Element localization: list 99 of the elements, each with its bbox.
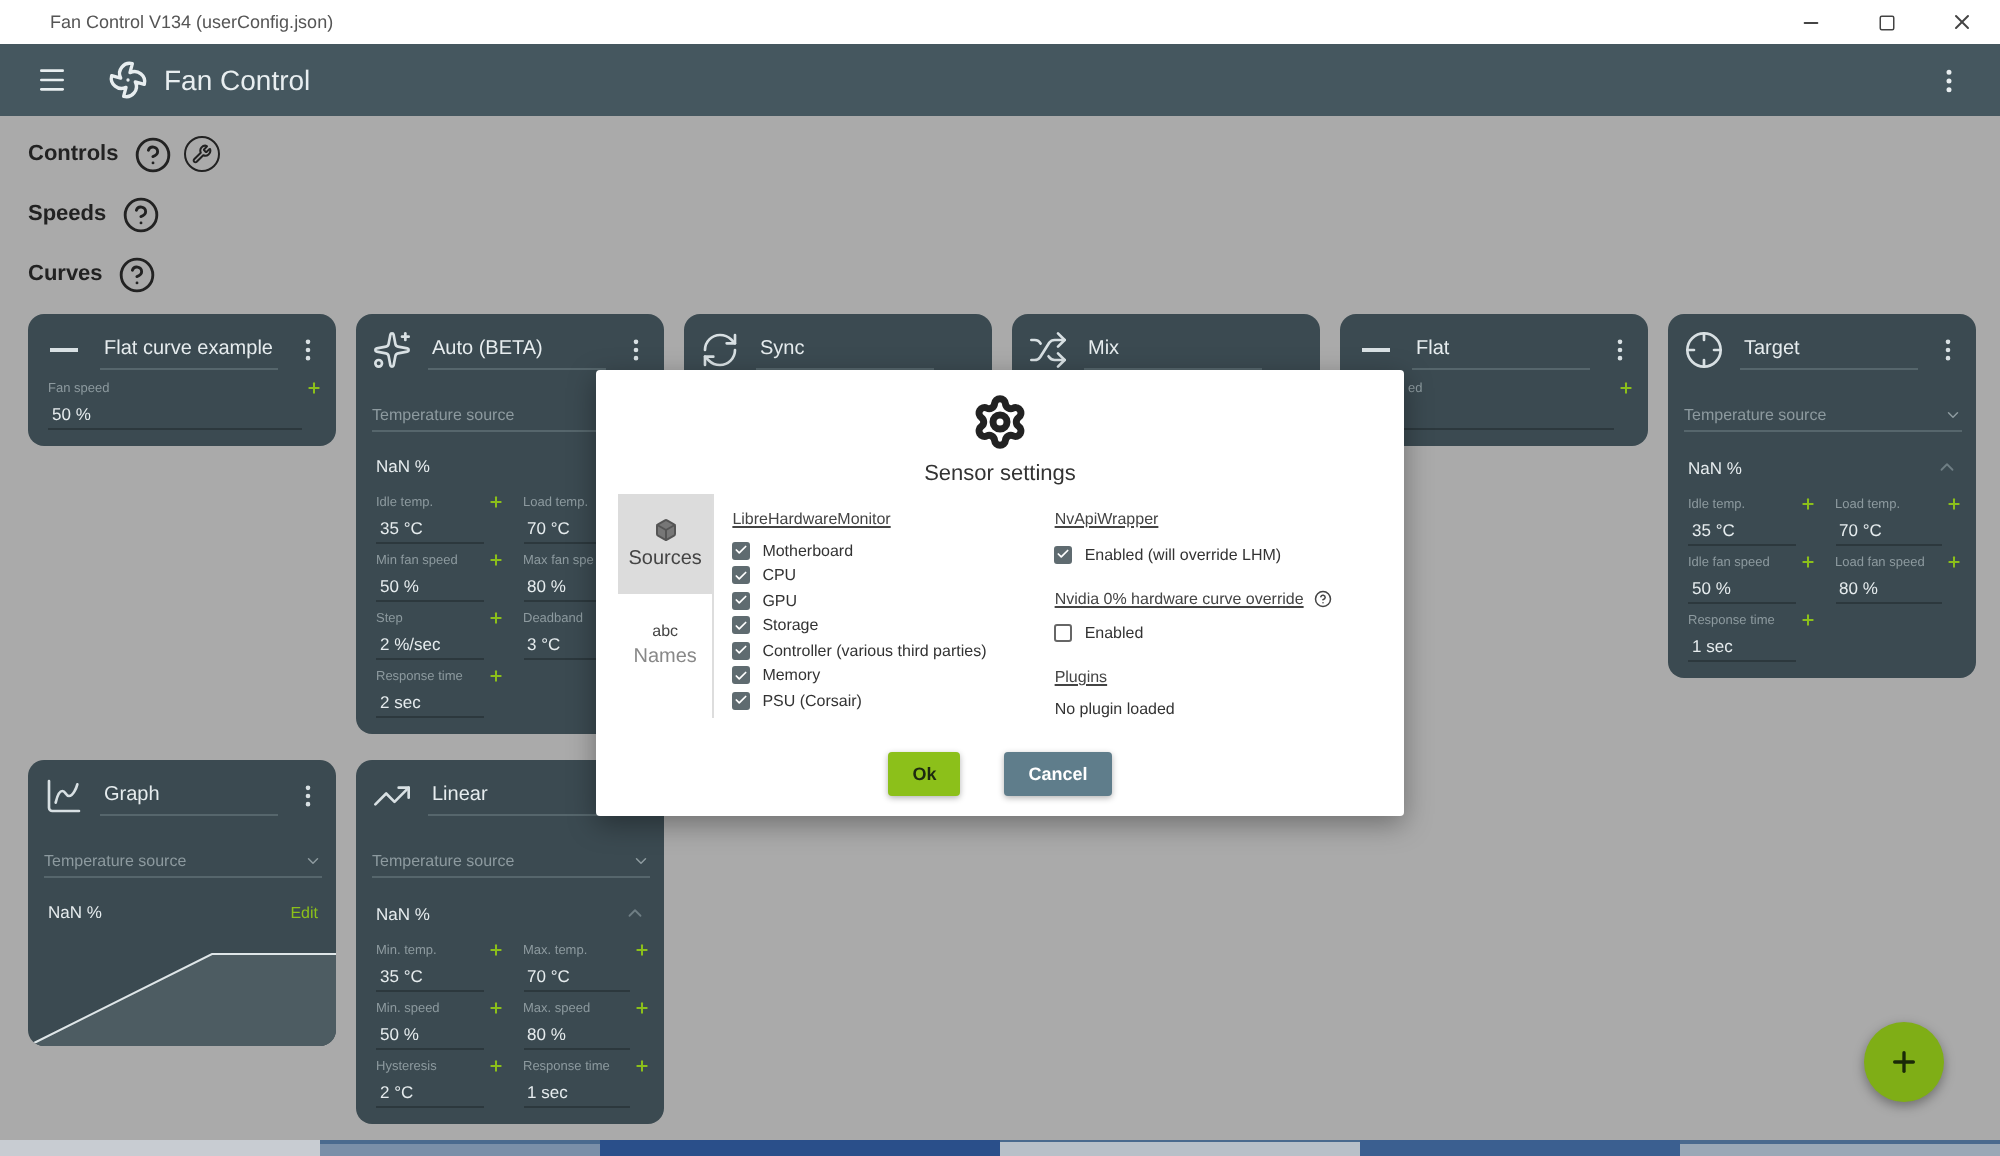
minus-icon [50,348,78,352]
section-heading: NvApiWrapper [1054,510,1159,528]
value-field[interactable]: 50 % [48,398,302,430]
dialog-title: Sensor settings [924,462,1076,486]
fan-icon [108,60,148,100]
maximize-icon[interactable] [1877,13,1895,31]
checkbox[interactable] [1054,624,1073,643]
plus-icon[interactable] [487,1058,503,1074]
checkbox-label: Enabled [1084,624,1144,643]
checkbox[interactable] [1054,545,1073,564]
checkbox-label: Memory [762,666,821,685]
help-icon[interactable] [122,195,161,233]
window-title: Fan Control V134 (userConfig.json) [50,12,336,32]
checkbox-label: GPU [762,591,798,610]
card-title-field[interactable]: Target [1740,331,1918,369]
value-field[interactable]: 80 % [523,1018,630,1050]
section-title: Curves [28,262,103,286]
checkbox[interactable] [732,666,751,685]
plus-icon[interactable] [1946,496,1962,512]
add-button[interactable] [1864,1022,1944,1102]
checkbox[interactable] [732,616,751,635]
edit-link[interactable]: Edit [290,903,318,921]
value-field[interactable]: 50 % [1688,572,1795,604]
value-field[interactable]: 70 °C [523,960,630,992]
section-title: Controls [28,142,119,166]
settings-icon [972,394,1028,450]
card-title-field[interactable]: Auto (BETA) [428,331,606,369]
close-icon[interactable] [1950,10,1974,34]
plus-icon[interactable] [306,380,322,396]
app-title: Fan Control [164,64,313,96]
speed-reading: NaN % [376,903,430,923]
help-icon[interactable] [118,255,157,293]
plus-icon[interactable] [1618,380,1634,396]
speed-reading: NaN % [376,456,430,476]
checkbox[interactable] [732,566,751,585]
checkbox[interactable] [732,641,751,660]
sparkles-icon [372,330,412,370]
status-text: No plugin loaded [1054,700,1177,718]
section-title: Speeds [28,202,107,226]
plus-icon[interactable] [487,942,503,958]
value-field[interactable]: 35 °C [1688,514,1795,546]
checkbox-label: Enabled (will override LHM) [1084,545,1282,564]
section-heading: LibreHardwareMonitor [732,510,893,528]
card-title-field[interactable]: Graph [100,777,278,815]
caret-icon [1944,406,1962,424]
plus-icon[interactable] [487,668,503,684]
card-title-field[interactable]: Flat curve example [100,331,278,369]
caret-icon [632,852,650,870]
section-heading: Plugins [1054,668,1108,686]
section-heading: Nvidia 0% hardware curve override [1054,589,1304,607]
plus-icon[interactable] [634,1000,650,1016]
value-field[interactable]: 1 sec [1688,630,1795,662]
value-field[interactable]: 50 % [376,570,483,602]
help-icon[interactable] [1313,589,1332,607]
minus-icon [1362,348,1390,352]
plus-icon[interactable] [1799,496,1815,512]
value-field[interactable]: 50 % [376,1018,483,1050]
caret-icon [304,852,322,870]
value-field[interactable]: 70 °C [1835,514,1942,546]
wrench-button[interactable] [184,136,221,172]
card-title-field[interactable]: Flat [1412,331,1590,369]
crossing-lines-icon [1028,330,1068,370]
plus-icon [1888,1046,1920,1078]
plus-icon[interactable] [1946,554,1962,570]
checkbox-label: Storage [762,616,819,635]
checkbox[interactable] [732,591,751,610]
crosshair-icon [1684,330,1724,370]
plus-icon[interactable] [487,610,503,626]
plus-icon[interactable] [487,1000,503,1016]
wrench-icon [192,144,213,164]
plus-icon[interactable] [487,552,503,568]
cube-icon [653,518,678,542]
plus-icon[interactable] [1799,612,1815,628]
value-field[interactable]: 2 %/sec [376,628,483,660]
speed-reading: NaN % [1688,457,1742,477]
value-field[interactable]: 80 % [1835,572,1942,604]
checkbox-label: Motherboard [762,541,854,560]
ok-button[interactable]: Ok [888,752,961,796]
value-field[interactable]: 2 sec [376,686,483,718]
value-field[interactable]: 2 °C [376,1076,483,1108]
plus-icon[interactable] [634,1058,650,1074]
checkbox[interactable] [732,691,751,710]
line-chart-icon [44,776,84,816]
cancel-button[interactable]: Cancel [1004,752,1112,796]
plus-icon[interactable] [487,494,503,510]
checkbox[interactable] [732,541,751,560]
checkbox-label: CPU [762,566,797,585]
speed-reading: NaN % [48,902,102,922]
menu-icon[interactable] [36,64,68,96]
value-field[interactable]: 35 °C [376,512,483,544]
help-icon[interactable] [134,135,173,173]
plus-icon[interactable] [1799,554,1815,570]
value-field[interactable]: 1 sec [523,1076,630,1108]
sync-icon [700,330,740,370]
checkbox-label: Controller (various third parties) [762,641,987,660]
sidebar-tab[interactable]: Sources [618,494,713,594]
value-field[interactable]: 35 °C [376,960,483,992]
plus-icon[interactable] [634,942,650,958]
checkbox-label: PSU (Corsair) [762,691,862,710]
